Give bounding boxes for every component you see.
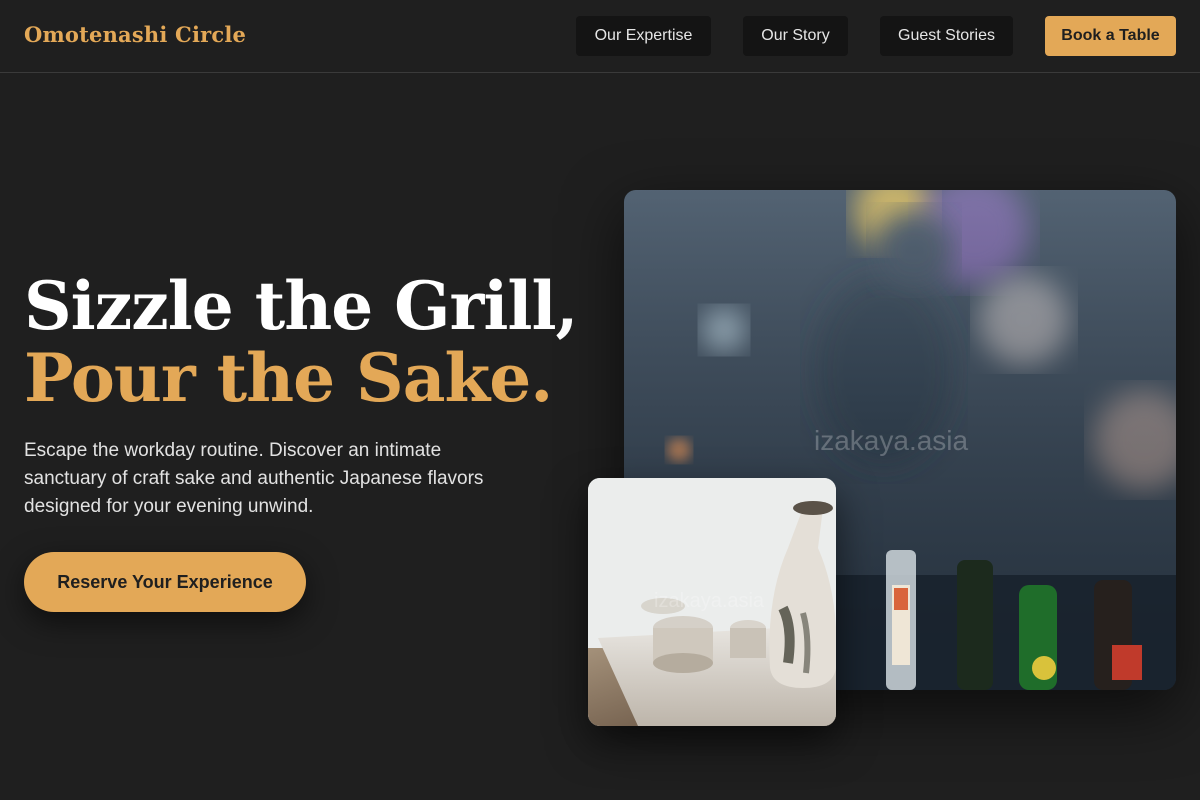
hero-headline: Sizzle the Grill, Pour the Sake. [24,270,584,414]
nav-guest-stories[interactable]: Guest Stories [880,16,1013,56]
sake-set-photo: izakaya.asia [588,478,836,726]
headline-line-2: Pour the Sake. [24,339,553,417]
hero-subtext: Escape the workday routine. Discover an … [24,440,484,517]
nav-our-expertise[interactable]: Our Expertise [576,16,711,56]
brand-logo[interactable]: Omotenashi Circle [24,22,246,47]
headline-line-1: Sizzle the Grill, [24,267,579,345]
small-photo-watermark: izakaya.asia [654,590,765,612]
top-navigation-bar: Omotenashi Circle Our Expertise Our Stor… [0,0,1200,73]
reserve-experience-button[interactable]: Reserve Your Experience [24,552,306,612]
nav-our-story[interactable]: Our Story [743,16,848,56]
main-photo-watermark: izakaya.asia [814,425,969,456]
book-a-table-button[interactable]: Book a Table [1045,16,1176,56]
